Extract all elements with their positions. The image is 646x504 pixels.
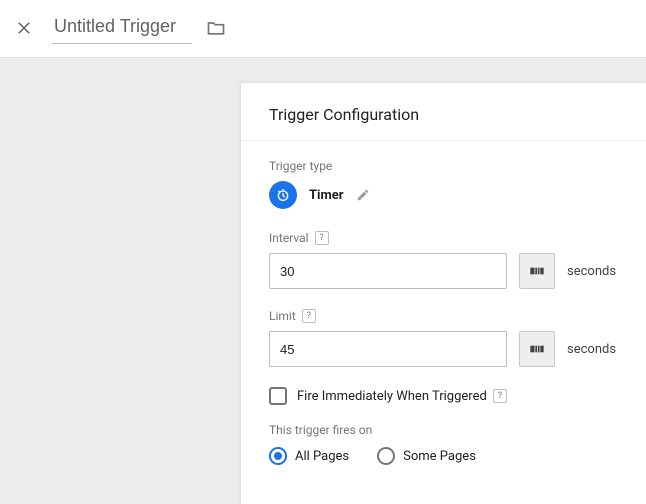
- fire-immediately-help-icon[interactable]: ?: [493, 389, 507, 403]
- interval-label: Interval ?: [269, 231, 618, 245]
- radio-label: Some Pages: [403, 449, 476, 464]
- fire-immediately-row: Fire Immediately When Triggered ?: [269, 387, 618, 405]
- edit-type-button[interactable]: [356, 188, 370, 202]
- fires-on-label: This trigger fires on: [269, 423, 618, 437]
- radio-icon: [269, 447, 287, 465]
- interval-input[interactable]: [269, 253, 507, 289]
- limit-unit: seconds: [567, 342, 616, 357]
- fires-on-all-pages[interactable]: All Pages: [269, 447, 349, 465]
- trigger-type-name: Timer: [309, 188, 344, 203]
- trigger-name-input[interactable]: [52, 12, 192, 44]
- interval-field: Interval ? seconds: [269, 231, 618, 289]
- interval-help-icon[interactable]: ?: [315, 231, 329, 245]
- radio-label: All Pages: [295, 449, 349, 464]
- config-panel: Trigger Configuration Trigger type Timer: [240, 82, 646, 504]
- limit-input[interactable]: [269, 331, 507, 367]
- fire-immediately-text: Fire Immediately When Triggered: [297, 389, 487, 404]
- close-icon[interactable]: [12, 16, 36, 40]
- radio-icon: [377, 447, 395, 465]
- fire-immediately-label: Fire Immediately When Triggered ?: [297, 389, 507, 404]
- trigger-type-row: Timer: [269, 181, 618, 209]
- panel-body: Trigger type Timer: [241, 141, 646, 485]
- fire-immediately-checkbox[interactable]: [269, 387, 287, 405]
- limit-variable-button[interactable]: [519, 331, 555, 367]
- panel-title: Trigger Configuration: [241, 83, 646, 141]
- fires-on-some-pages[interactable]: Some Pages: [377, 447, 476, 465]
- folder-icon[interactable]: [206, 18, 226, 38]
- interval-unit: seconds: [567, 264, 616, 279]
- workspace: Trigger Configuration Trigger type Timer: [0, 57, 646, 504]
- timer-icon: [269, 181, 297, 209]
- limit-label: Limit ?: [269, 309, 618, 323]
- limit-help-icon[interactable]: ?: [302, 309, 316, 323]
- interval-variable-button[interactable]: [519, 253, 555, 289]
- limit-field: Limit ? seconds: [269, 309, 618, 367]
- limit-label-text: Limit: [269, 309, 296, 323]
- trigger-type-label: Trigger type: [269, 159, 618, 173]
- fires-on-options: All Pages Some Pages: [269, 447, 618, 465]
- interval-label-text: Interval: [269, 231, 309, 245]
- top-bar: [0, 0, 646, 56]
